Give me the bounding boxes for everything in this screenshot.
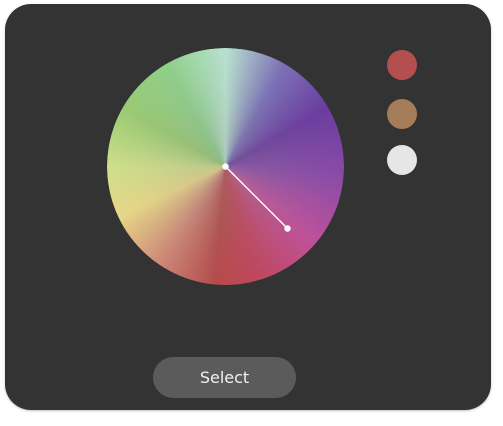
color-wheel[interactable] — [107, 48, 344, 285]
swatch-red[interactable] — [387, 50, 417, 80]
swatch-tan[interactable] — [387, 99, 417, 129]
swatch-white[interactable] — [387, 145, 417, 175]
handle-knob[interactable] — [284, 225, 291, 232]
select-button[interactable]: Select — [153, 357, 296, 398]
handle-line — [224, 165, 289, 230]
color-picker-panel: Select — [5, 4, 491, 410]
handle-center-dot — [222, 163, 229, 170]
wheel-handle[interactable] — [107, 48, 344, 285]
